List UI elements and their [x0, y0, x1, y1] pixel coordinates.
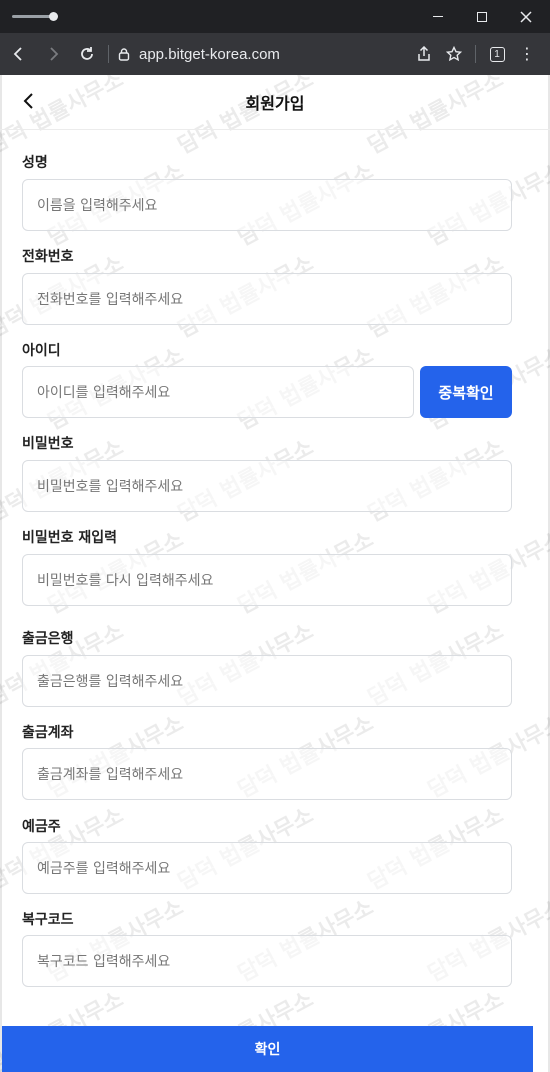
forward-arrow-icon[interactable]	[38, 39, 68, 69]
name-label: 성명	[22, 155, 48, 171]
reload-icon[interactable]	[72, 39, 102, 69]
bookmark-star-icon[interactable]	[439, 39, 469, 69]
account-input[interactable]: 출금계좌를 입력해주세요	[22, 748, 512, 800]
tab-count-icon[interactable]: 1	[482, 39, 512, 69]
submit-button[interactable]: 확인	[2, 1026, 533, 1072]
holder-input[interactable]: 예금주를 입력해주세요	[22, 842, 512, 894]
account-label: 출금계좌	[22, 725, 74, 741]
recovery-input[interactable]: 복구코드 입력해주세요	[22, 935, 512, 987]
name-input[interactable]: 이름을 입력해주세요	[22, 179, 512, 231]
userid-label: 아이디	[22, 343, 61, 359]
account-field: 출금계좌 출금계좌를 입력해주세요	[22, 722, 512, 800]
bank-field: 출금은행 출금은행를 입력해주세요	[22, 628, 512, 707]
back-arrow-icon[interactable]	[4, 39, 34, 69]
password-label: 비밀번호	[22, 436, 74, 452]
phone-label: 전화번호	[22, 249, 74, 265]
password-input[interactable]: 비밀번호를 입력해주세요	[22, 460, 512, 512]
lock-icon	[118, 48, 130, 61]
holder-label: 예금주	[22, 819, 61, 835]
userid-field: 아이디 아이디를 입력해주세요 중복확인	[22, 340, 512, 418]
back-chevron-icon[interactable]	[18, 89, 42, 113]
name-field: 성명 이름을 입력해주세요	[22, 152, 512, 231]
holder-field: 예금주 예금주를 입력해주세요	[22, 816, 512, 894]
bank-input[interactable]: 출금은행를 입력해주세요	[22, 655, 512, 707]
password-confirm-field: 비밀번호 재입력 비밀번호를 다시 입력해주세요	[22, 527, 512, 606]
more-options-icon[interactable]: ⋮	[512, 39, 542, 69]
page-header: 회원가입	[0, 75, 550, 130]
address-bar[interactable]: app.bitget-korea.com	[117, 46, 409, 63]
phone-field: 전화번호 전화번호를 입력해주세요	[22, 246, 512, 325]
recovery-label: 복구코드	[22, 912, 74, 928]
maximize-icon[interactable]	[460, 0, 504, 33]
recovery-field: 복구코드 복구코드 입력해주세요	[22, 909, 512, 987]
tab-strip-slider[interactable]	[12, 12, 58, 21]
close-icon[interactable]	[504, 0, 548, 33]
password-confirm-label: 비밀번호 재입력	[22, 530, 118, 546]
signup-page: 담덕 법률사무소담덕 법률사무소담덕 법률사무소담덕 법률사무소담덕 법률사무소…	[0, 75, 550, 1072]
title-bar	[0, 0, 550, 33]
minimize-icon[interactable]	[416, 0, 460, 33]
page-title: 회원가입	[245, 94, 305, 113]
url-text: app.bitget-korea.com	[139, 45, 280, 63]
share-icon[interactable]	[409, 39, 439, 69]
browser-toolbar: app.bitget-korea.com 1 ⋮	[0, 33, 550, 75]
bank-label: 출금은행	[22, 631, 74, 647]
duplicate-check-button[interactable]: 중복확인	[420, 366, 512, 418]
password-confirm-input[interactable]: 비밀번호를 다시 입력해주세요	[22, 554, 512, 606]
password-field: 비밀번호 비밀번호를 입력해주세요	[22, 433, 512, 512]
phone-input[interactable]: 전화번호를 입력해주세요	[22, 273, 512, 325]
userid-input[interactable]: 아이디를 입력해주세요	[22, 366, 414, 418]
